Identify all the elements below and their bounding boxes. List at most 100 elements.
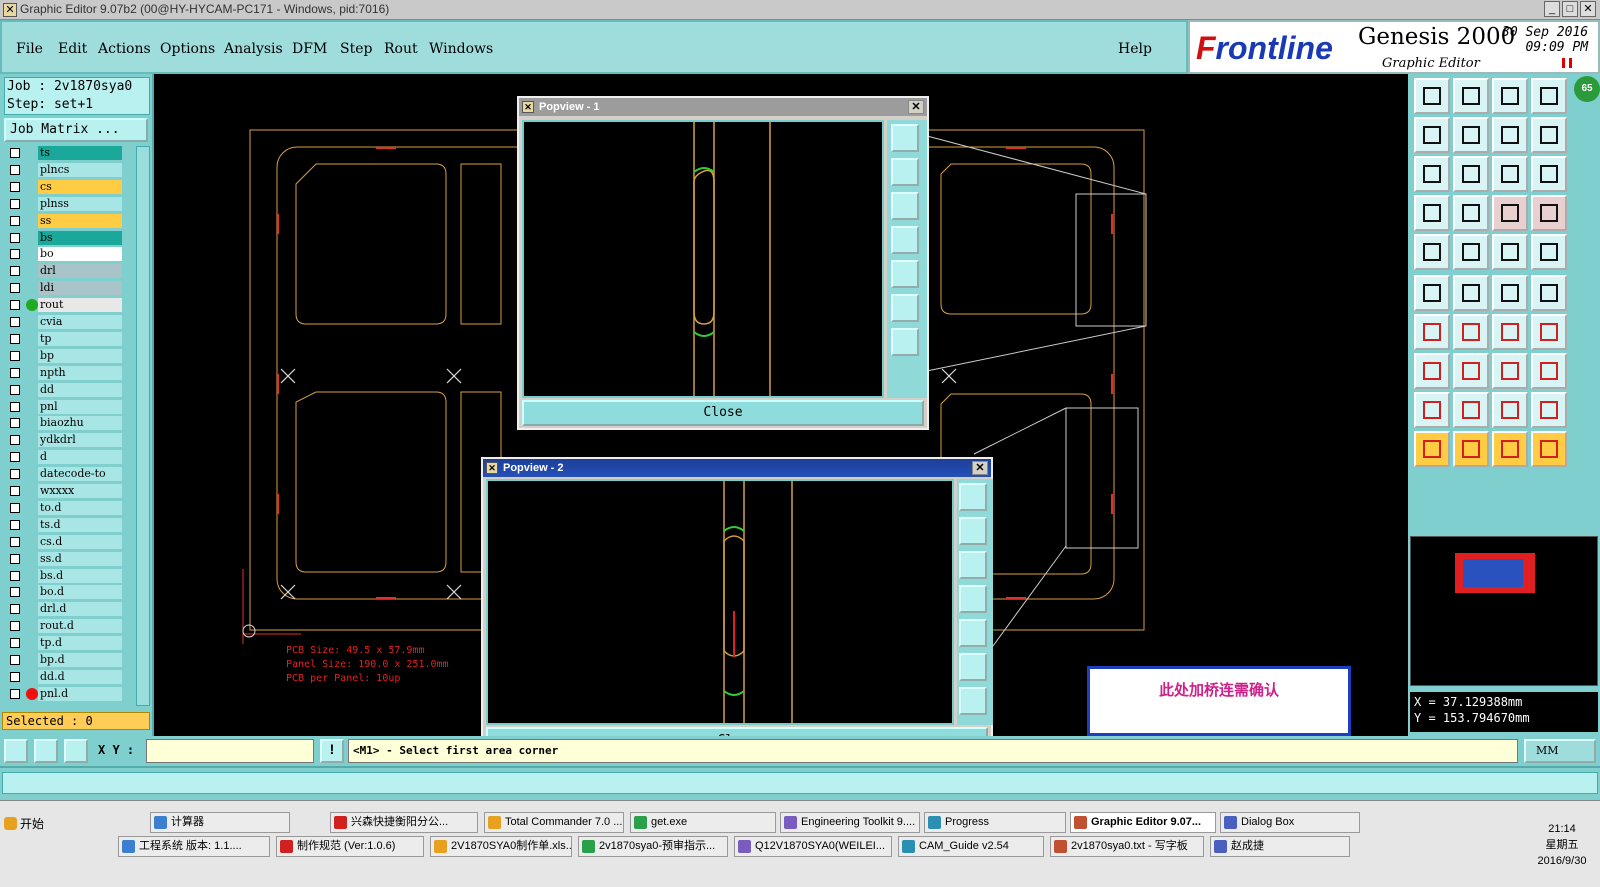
layer-name[interactable]: bs [38, 230, 122, 245]
layer-name[interactable]: bo.d [38, 585, 122, 600]
layer-row[interactable]: ss [4, 213, 134, 228]
layer-checkbox[interactable] [10, 333, 20, 344]
square-blue-icon[interactable] [1531, 353, 1567, 389]
layer-row[interactable]: wxxxx [4, 484, 134, 498]
fit-x-icon[interactable] [1414, 156, 1450, 192]
popview-2-view[interactable] [486, 479, 954, 725]
menu-help[interactable]: Help [1118, 41, 1152, 57]
angle-red-icon[interactable] [1414, 314, 1450, 350]
layer-checkbox[interactable] [10, 283, 20, 294]
pan-right-button[interactable] [891, 260, 919, 288]
layer-checkbox[interactable] [10, 671, 20, 682]
menu-actions[interactable]: Actions [98, 41, 151, 57]
dot-pad-icon[interactable] [1531, 234, 1567, 270]
ruler-icon[interactable] [1492, 234, 1528, 270]
popview-2-close-x-button[interactable]: ✕ [972, 461, 988, 475]
job-matrix-button[interactable]: Job Matrix ... [4, 118, 148, 142]
layer-checkbox[interactable] [10, 401, 20, 412]
measure-icon[interactable] [1453, 195, 1489, 231]
system-clock[interactable]: 21:14 星期五 2016/9/30 [1530, 821, 1594, 869]
triangle-a-icon[interactable] [1414, 392, 1450, 428]
layer-name[interactable]: dd.d [38, 669, 122, 684]
menu-options[interactable]: Options [160, 41, 215, 57]
layer-name[interactable]: tp.d [38, 636, 122, 651]
zoom-window-button[interactable] [959, 483, 987, 511]
minimize-button[interactable]: _ [1544, 1, 1560, 17]
pan-down-button[interactable] [959, 551, 987, 579]
layer-name[interactable]: plnss [38, 196, 122, 211]
layer-select-2-icon[interactable] [1531, 195, 1567, 231]
menu-dfm[interactable]: DFM [292, 41, 327, 57]
taskbar-item-6[interactable]: Graphic Editor 9.07... [1070, 812, 1216, 833]
taskbar-item-row2-0[interactable]: 工程系统 版本: 1.1.... [118, 836, 270, 857]
layer-scrollbar[interactable] [136, 146, 150, 706]
pointer-3-icon[interactable] [1492, 431, 1528, 467]
layer-name[interactable]: bo [38, 247, 122, 262]
layer-checkbox[interactable] [10, 452, 20, 463]
layer-row[interactable]: bp [4, 348, 134, 363]
fit-y-icon[interactable] [1453, 156, 1489, 192]
layer-name[interactable]: cvia [38, 315, 122, 329]
taskbar-item-5[interactable]: Progress [924, 812, 1066, 833]
layer-checkbox[interactable] [10, 148, 20, 158]
layer-row[interactable]: tp [4, 331, 134, 346]
layer-row[interactable]: ydkdrl [4, 433, 134, 448]
pan-up-button[interactable] [891, 158, 919, 186]
popview-2-titlebar[interactable]: ✕ Popview - 2 [483, 459, 991, 477]
layer-name[interactable]: biaozhu [38, 416, 122, 431]
layer-checkbox[interactable] [10, 688, 20, 699]
layer-row[interactable]: datecode-to [4, 467, 134, 482]
layer-name[interactable]: rout.d [38, 619, 122, 634]
taskbar-item-0[interactable]: 计算器 [150, 812, 290, 833]
layer-row[interactable]: ts [4, 146, 134, 160]
layer-row[interactable]: biaozhu [4, 416, 134, 431]
layer-name[interactable]: wxxxx [38, 484, 122, 498]
pan-left-button[interactable] [959, 585, 987, 613]
home-icon[interactable] [1492, 78, 1528, 114]
thumbnail-view[interactable] [1410, 536, 1598, 686]
layer-name[interactable]: drl [38, 264, 122, 279]
layer-name[interactable]: drl.d [38, 602, 122, 617]
layer-row[interactable]: pnl [4, 399, 134, 414]
popview-1-close-x-button[interactable]: ✕ [908, 100, 924, 114]
layer-name[interactable]: to.d [38, 500, 122, 515]
menu-rout[interactable]: Rout [384, 41, 418, 57]
line-diag-icon[interactable] [1453, 314, 1489, 350]
layer-row[interactable]: tp.d [4, 636, 134, 651]
connect-blue-icon[interactable] [1414, 275, 1450, 311]
layer-row[interactable]: rout [4, 298, 134, 313]
layer-row[interactable]: plncs [4, 162, 134, 177]
pan-down-button[interactable] [891, 192, 919, 220]
layer-checkbox[interactable] [10, 536, 20, 547]
layer-name[interactable]: cs [38, 179, 122, 194]
arrow-red-icon[interactable] [1492, 275, 1528, 311]
move-tool-icon[interactable] [1414, 195, 1450, 231]
layer-checkbox[interactable] [10, 350, 20, 361]
layer-name[interactable]: bp.d [38, 653, 122, 667]
zoom-in-button[interactable] [891, 294, 919, 322]
taskbar-item-row2-2[interactable]: 2V1870SYA0制作单.xls... [430, 836, 572, 857]
layer-checkbox[interactable] [10, 486, 20, 496]
taskbar-item-4[interactable]: Engineering Toolkit 9.... [780, 812, 920, 833]
redraw-icon[interactable] [1531, 117, 1567, 153]
layer-checkbox[interactable] [10, 638, 20, 649]
layer-row[interactable]: bo.d [4, 585, 134, 600]
alert-icon[interactable]: ! [320, 739, 344, 763]
layer-checkbox[interactable] [10, 621, 20, 632]
triangle-d-icon[interactable] [1531, 392, 1567, 428]
taskbar-item-7[interactable]: Dialog Box [1220, 812, 1360, 833]
layer-row[interactable]: bp.d [4, 653, 134, 667]
layer-row[interactable]: dd.d [4, 669, 134, 684]
pan-up-button[interactable] [959, 517, 987, 545]
popview-1-close-button[interactable]: Close [522, 400, 924, 426]
layer-row[interactable]: drl.d [4, 602, 134, 617]
layer-checkbox[interactable] [10, 570, 20, 581]
dash-red-icon[interactable] [1453, 353, 1489, 389]
zoom-window-button[interactable] [891, 124, 919, 152]
layer-row[interactable]: cs.d [4, 534, 134, 549]
layer-row[interactable]: to.d [4, 500, 134, 515]
layer-name[interactable]: tp [38, 331, 122, 346]
taskbar-item-2[interactable]: Total Commander 7.0 ... [484, 812, 624, 833]
help-q-icon[interactable] [1531, 156, 1567, 192]
layer-row[interactable]: rout.d [4, 619, 134, 634]
